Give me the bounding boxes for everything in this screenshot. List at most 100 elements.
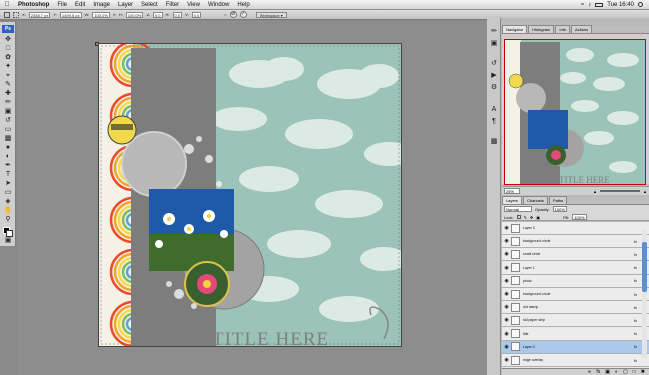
gradient-tool-icon[interactable]: ▩	[3, 135, 13, 143]
tab-channels[interactable]: Channels	[523, 196, 548, 204]
app-menu[interactable]: Photoshop	[14, 2, 53, 8]
h-skew-field[interactable]: 0.0	[172, 11, 183, 18]
canvas[interactable]: TITLE HERE	[98, 43, 402, 347]
layer-row[interactable]: ◉ Layer 0 fx	[502, 340, 649, 354]
tab-layers[interactable]: Layers	[502, 196, 523, 204]
opacity-field[interactable]: 100%	[552, 206, 567, 212]
warp-mode-icon[interactable]: ⌂	[224, 12, 226, 17]
menu-view[interactable]: View	[183, 2, 204, 8]
tab-actions[interactable]: Actions	[571, 25, 593, 33]
tool-presets-icon[interactable]: ⚙	[490, 84, 498, 92]
history-panel-icon[interactable]: ↺	[490, 60, 498, 68]
zoom-tool-icon[interactable]: ⚲	[3, 216, 13, 224]
zoom-in-icon[interactable]: ▲	[643, 189, 647, 194]
angle-field[interactable]: 0.0	[152, 11, 163, 18]
dodge-tool-icon[interactable]: ◐	[3, 153, 13, 161]
menu-window[interactable]: Window	[204, 2, 233, 8]
layer-name[interactable]: Layer 3	[523, 226, 535, 230]
layer-name[interactable]: Layer 0	[523, 345, 535, 349]
wifi-icon[interactable]: ≈	[581, 2, 584, 8]
eraser-tool-icon[interactable]: ▭	[3, 126, 13, 134]
pen-tool-icon[interactable]: ✒	[3, 162, 13, 170]
delete-layer-icon[interactable]: ✖	[641, 369, 645, 375]
y-field[interactable]: 1499.5 px	[59, 11, 82, 18]
layer-name[interactable]: edge overlay	[523, 358, 543, 362]
layer-effects-icon[interactable]: fx	[634, 318, 637, 323]
lock-position-icon[interactable]: ✥	[530, 215, 533, 220]
menu-help[interactable]: Help	[233, 2, 253, 8]
layer-effects-icon[interactable]: fx	[634, 239, 637, 244]
layer-row[interactable]: ◉ Layer 3	[502, 222, 649, 235]
layer-row[interactable]: ◉ background circle fx	[502, 235, 649, 249]
lasso-tool-icon[interactable]: ✿	[3, 54, 13, 62]
character-panel-icon[interactable]: A	[490, 106, 498, 114]
layer-row[interactable]: ◉ Layer 1 fx	[502, 261, 649, 275]
menu-image[interactable]: Image	[89, 2, 114, 8]
blur-tool-icon[interactable]: ●	[3, 144, 13, 152]
layer-name[interactable]: dot stamp	[523, 305, 538, 309]
history-brush-tool-icon[interactable]: ↺	[3, 117, 13, 125]
brush-tool-icon[interactable]: ✏	[3, 99, 13, 107]
layer-name[interactable]: photo	[523, 279, 532, 283]
spotlight-search-icon[interactable]	[638, 2, 643, 7]
3d-tool-icon[interactable]: ◈	[3, 198, 13, 206]
tab-paths[interactable]: Paths	[548, 196, 568, 204]
tab-navigator[interactable]: Navigator	[502, 25, 528, 33]
menu-select[interactable]: Select	[137, 2, 162, 8]
visibility-eye-icon[interactable]: ◉	[502, 238, 511, 244]
zoom-field[interactable]: 25%	[504, 188, 520, 194]
visibility-eye-icon[interactable]: ◉	[502, 357, 511, 363]
tab-histogram[interactable]: Histogram	[528, 25, 555, 33]
path-selection-tool-icon[interactable]: ➤	[3, 180, 13, 188]
x-field[interactable]: 2358.7 px	[28, 11, 51, 18]
zoom-slider[interactable]	[599, 190, 640, 192]
visibility-eye-icon[interactable]: ◉	[502, 291, 511, 297]
layer-name[interactable]: small circle	[523, 252, 540, 256]
link-layers-icon[interactable]: ∞	[588, 369, 592, 375]
commit-transform-button[interactable]: ✓	[239, 11, 247, 18]
width-field[interactable]: 100.0%	[92, 11, 110, 18]
clone-stamp-tool-icon[interactable]: ▣	[3, 108, 13, 116]
hand-tool-icon[interactable]: ✋	[3, 207, 13, 215]
menu-filter[interactable]: Filter	[162, 2, 183, 8]
clone-source-icon[interactable]: ▣	[490, 40, 498, 48]
cancel-transform-button[interactable]: ⊘	[229, 11, 237, 18]
actions-panel-icon[interactable]: ▶	[490, 72, 498, 80]
crop-tool-icon[interactable]: ⌖	[3, 72, 13, 80]
blend-mode-select[interactable]: Normal	[504, 206, 532, 212]
healing-brush-tool-icon[interactable]: ✚	[3, 90, 13, 98]
visibility-eye-icon[interactable]: ◉	[502, 344, 511, 350]
brush-panel-icon[interactable]: ✏	[490, 28, 498, 36]
layer-name[interactable]: background circle	[523, 292, 550, 296]
add-style-icon[interactable]: fx	[596, 369, 600, 375]
layer-row[interactable]: ◉ photo fx	[502, 274, 649, 288]
height-field[interactable]: 100.0%	[125, 11, 144, 18]
magic-wand-tool-icon[interactable]: ✦	[3, 63, 13, 71]
layer-effects-icon[interactable]: fx	[634, 305, 637, 310]
layer-effects-icon[interactable]: fx	[634, 344, 637, 349]
zoom-out-icon[interactable]: ▲	[593, 189, 597, 194]
adjustment-layer-icon[interactable]: ◐	[615, 369, 618, 375]
layer-effects-icon[interactable]: fx	[634, 278, 637, 283]
layer-name[interactable]: tall paper strip	[523, 318, 545, 322]
volume-icon[interactable]: ♪	[588, 2, 591, 8]
layers-scrollbar-thumb[interactable]	[642, 242, 647, 292]
layer-effects-icon[interactable]: fx	[634, 252, 637, 257]
move-tool-icon[interactable]: ✥	[3, 36, 13, 44]
layer-effects-icon[interactable]: fx	[634, 265, 637, 270]
visibility-eye-icon[interactable]: ◉	[502, 225, 511, 231]
lock-image-icon[interactable]: ✎	[524, 215, 527, 220]
visibility-eye-icon[interactable]: ◉	[502, 304, 511, 310]
menu-layer[interactable]: Layer	[114, 2, 137, 8]
layer-name[interactable]: background circle	[523, 239, 550, 243]
workspace-menu[interactable]: Workspace ▾	[255, 11, 287, 18]
add-mask-icon[interactable]: ▣	[605, 369, 610, 375]
new-group-icon[interactable]: ▢	[623, 369, 628, 375]
layer-row[interactable]: ◉ tall paper strip fx	[502, 314, 649, 328]
menu-file[interactable]: File	[53, 2, 71, 8]
lock-transparent-icon[interactable]	[516, 215, 521, 219]
visibility-eye-icon[interactable]: ◉	[502, 265, 511, 271]
shape-tool-icon[interactable]: ▭	[3, 189, 13, 197]
navigator-thumbnail[interactable]: TITLE HERE	[504, 39, 646, 185]
v-skew-field[interactable]: 0.0	[191, 11, 202, 18]
